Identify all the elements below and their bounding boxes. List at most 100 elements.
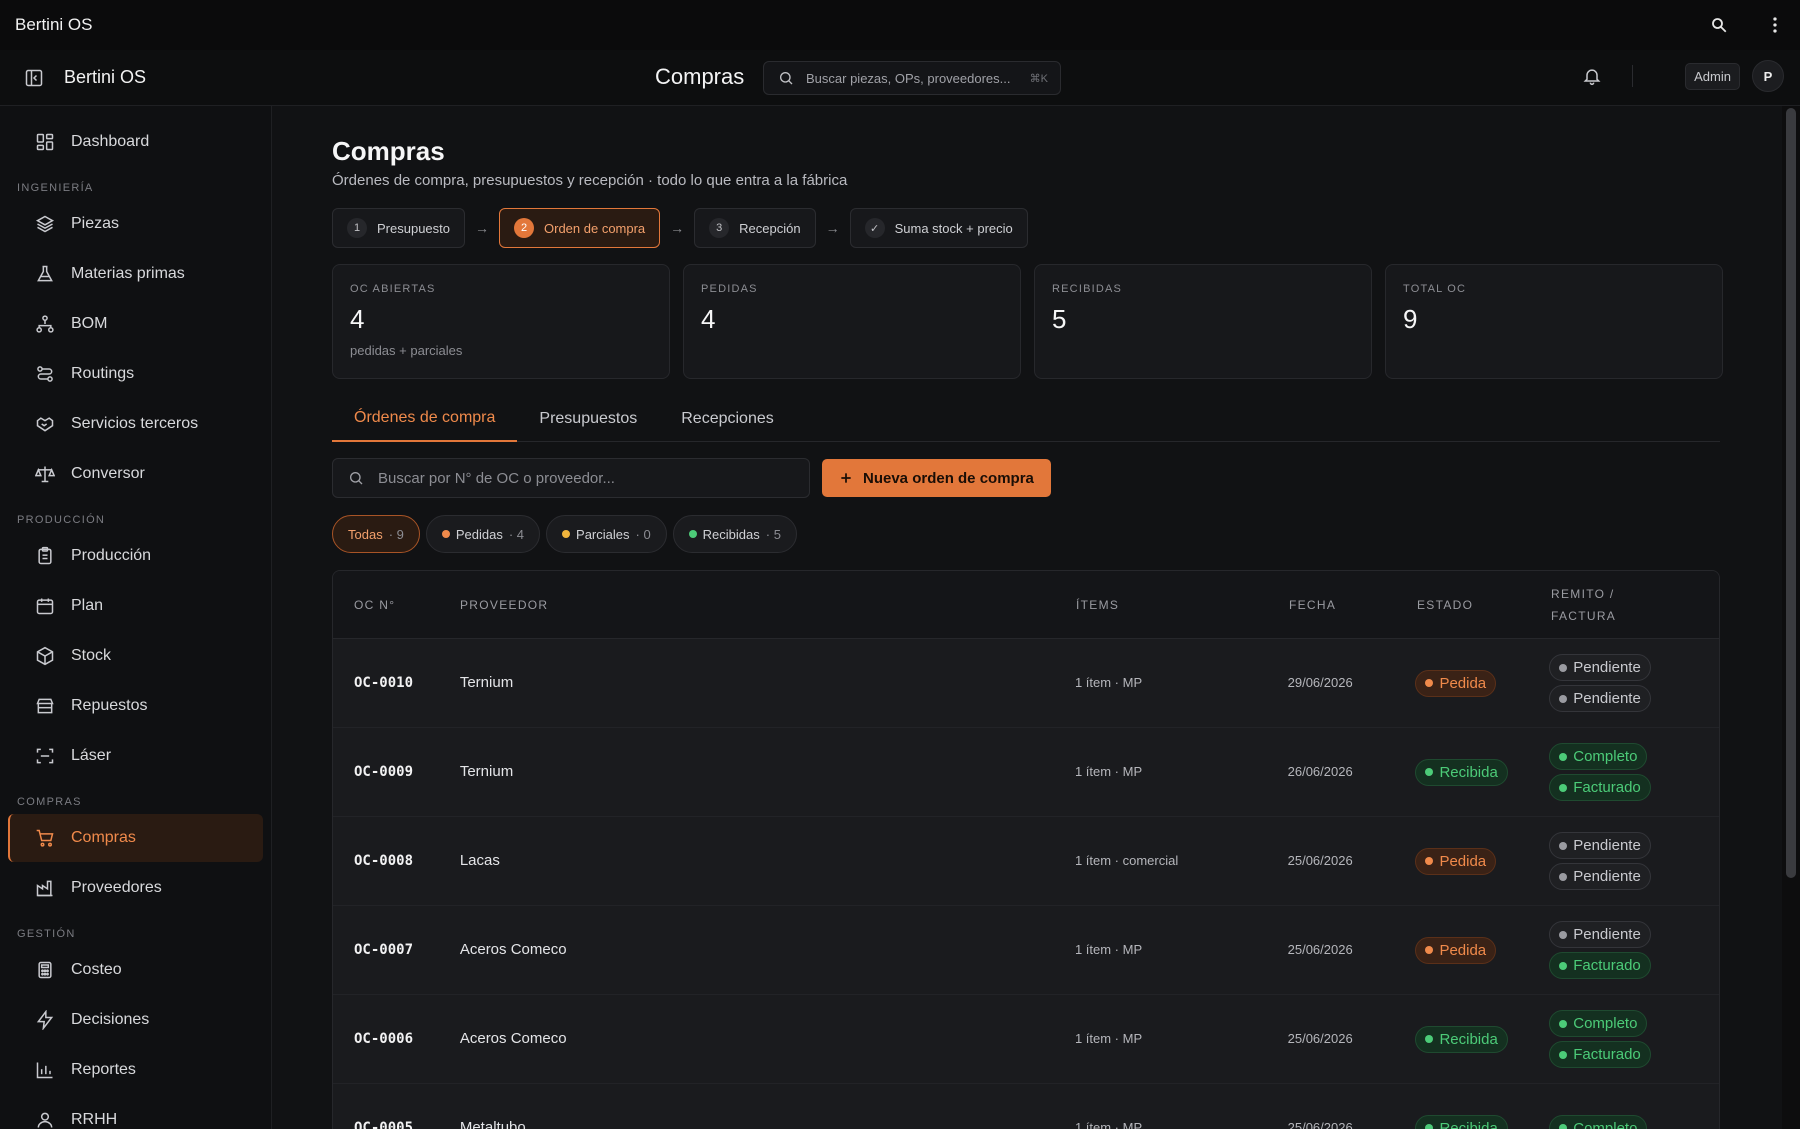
scrollbar[interactable] [1782, 106, 1800, 1129]
sidebar-item-rrhh[interactable]: RRHH [8, 1096, 263, 1129]
sidebar-item-bom[interactable]: BOM [8, 300, 263, 348]
layers-icon [35, 214, 55, 234]
remito-status-pill: Pendiente [1549, 654, 1651, 681]
status-dot [1559, 961, 1568, 970]
sidebar-section-ingenieria: INGENIERÍA [17, 182, 94, 194]
global-search-input[interactable]: Buscar piezas, OPs, proveedores... ⌘K [763, 61, 1061, 95]
column-header-remito-factura[interactable]: REMITO / FACTURA [1551, 583, 1671, 627]
status-label: Pedida [1439, 941, 1487, 959]
oc-number[interactable]: OC-0010 [354, 675, 413, 691]
new-purchase-order-button[interactable]: Nueva orden de compra [822, 459, 1051, 497]
sidebar-item-stock[interactable]: Stock [8, 632, 263, 680]
status-dot [1559, 1019, 1568, 1028]
stat-value: 5 [1052, 304, 1067, 334]
sidebar-item-label: Stock [71, 647, 112, 664]
remito-status: Pendiente [1573, 837, 1641, 854]
sidebar-item-compras[interactable]: Compras [8, 814, 263, 862]
sidebar-item-label: Dashboard [71, 133, 150, 150]
remito-factura-cell: Pendiente Pendiente [1549, 832, 1719, 890]
step-number: 2 [514, 218, 534, 238]
stat-label: TOTAL OC [1403, 283, 1467, 295]
order-date: 25/06/2026 [1287, 942, 1353, 957]
stat-label: OC ABIERTAS [350, 283, 436, 295]
items-summary: 1 ítem · MP [1074, 764, 1143, 779]
scrollbar-thumb[interactable] [1786, 108, 1796, 878]
step-orden-de-compra[interactable]: 2 Orden de compra [499, 208, 661, 248]
status-dot [562, 530, 571, 538]
oc-number[interactable]: OC-0006 [354, 1031, 413, 1047]
step-suma-stock[interactable]: ✓ Suma stock + precio [849, 208, 1028, 248]
table-row[interactable]: OC-0006 Aceros Comeco 1 ítem · MP 25/06/202… [333, 995, 1719, 1084]
sidebar-item-materias-primas[interactable]: Materias primas [8, 250, 263, 298]
filter-pedidas[interactable]: Pedidas · 4 [425, 515, 541, 553]
order-date: 25/06/2026 [1287, 853, 1353, 868]
sidebar-item-reportes[interactable]: Reportes [8, 1046, 263, 1094]
sidebar-item-decisiones[interactable]: Decisiones [8, 996, 263, 1044]
remito-status-pill: Completo [1549, 743, 1648, 770]
oc-search-input[interactable]: Buscar por N° de OC o proveedor... [332, 458, 810, 498]
zoom-icon[interactable] [1709, 15, 1729, 35]
header-page-title: Compras [655, 64, 745, 89]
oc-number[interactable]: OC-0008 [354, 853, 413, 869]
avatar[interactable]: P [1752, 60, 1784, 92]
tab-recepciones[interactable]: Recepciones [659, 396, 796, 442]
step-recepcion[interactable]: 3 Recepción [694, 208, 816, 248]
sidebar-toggle-icon[interactable] [24, 68, 44, 88]
step-presupuesto[interactable]: 1 Presupuesto [332, 208, 465, 248]
table-row[interactable]: OC-0008 Lacas 1 ítem · comercial 25/06/2026… [333, 817, 1719, 906]
column-header-estado[interactable]: ESTADO [1417, 594, 1551, 616]
tab-ordenes-de-compra[interactable]: Órdenes de compra [332, 396, 518, 442]
column-header-items[interactable]: ÍTEMS [1076, 594, 1289, 616]
status-dot [1425, 1035, 1434, 1043]
factory-icon [35, 878, 55, 898]
search-shortcut: ⌘K [1029, 72, 1048, 85]
sidebar-item-dashboard[interactable]: Dashboard [8, 118, 263, 166]
order-date: 29/06/2026 [1287, 675, 1353, 690]
page-title: Compras [332, 136, 445, 166]
factura-status: Pendiente [1573, 690, 1641, 707]
status-label: Recibida [1439, 1119, 1498, 1129]
items-summary: 1 ítem · MP [1074, 942, 1143, 957]
status-badge: Pedida [1415, 669, 1497, 697]
status-dot [1425, 768, 1434, 776]
tab-presupuestos[interactable]: Presupuestos [517, 396, 659, 442]
sidebar-item-conversor[interactable]: Conversor [8, 450, 263, 498]
filter-todas[interactable]: Todas · 9 [332, 515, 420, 553]
column-header-proveedor[interactable]: PROVEEDOR [460, 594, 1076, 616]
remito-status: Pendiente [1573, 659, 1641, 676]
sidebar-item-routings[interactable]: Routings [8, 350, 263, 398]
table-row[interactable]: OC-0010 Ternium 1 ítem · MP 29/06/2026 Pedid… [333, 639, 1719, 728]
sidebar-item-servicios-terceros[interactable]: Servicios terceros [8, 400, 263, 448]
sidebar-item-laser[interactable]: Láser [8, 732, 263, 780]
oc-number[interactable]: OC-0009 [354, 764, 413, 780]
table-row[interactable]: OC-0005 Metaltubo 1 ítem · MP 25/06/2026 Rec… [333, 1084, 1719, 1129]
sidebar-item-proveedores[interactable]: Proveedores [8, 864, 263, 912]
status-dot [1559, 752, 1568, 761]
filter-label: Recibidas [702, 526, 760, 542]
remito-status: Completo [1573, 748, 1638, 765]
table-row[interactable]: OC-0009 Ternium 1 ítem · MP 26/06/2026 Recib… [333, 728, 1719, 817]
oc-number[interactable]: OC-0007 [354, 942, 413, 958]
sidebar-item-produccion[interactable]: Producción [8, 532, 263, 580]
sidebar-item-label: BOM [71, 315, 108, 332]
sidebar-item-repuestos[interactable]: Repuestos [8, 682, 263, 730]
table-row[interactable]: OC-0007 Aceros Comeco 1 ítem · MP 25/06/202… [333, 906, 1719, 995]
oc-number[interactable]: OC-0005 [354, 1120, 413, 1129]
sidebar-item-piezas[interactable]: Piezas [8, 200, 263, 248]
order-date: 26/06/2026 [1287, 764, 1353, 779]
app-header: Bertini OS Compras Buscar piezas, OPs, p… [0, 50, 1800, 106]
sidebar-item-plan[interactable]: Plan [8, 582, 263, 630]
status-dot [1559, 663, 1568, 672]
more-vertical-icon[interactable] [1765, 15, 1785, 35]
sidebar-item-label: Costeo [71, 961, 122, 978]
status-label: Recibida [1439, 1030, 1498, 1048]
bolt-icon [35, 1010, 55, 1030]
filter-parciales[interactable]: Parciales · 0 [546, 515, 667, 553]
bell-icon[interactable] [1582, 66, 1602, 86]
stat-value: 9 [1403, 304, 1418, 334]
sidebar-item-costeo[interactable]: Costeo [8, 946, 263, 994]
filter-recibidas[interactable]: Recibidas · 5 [672, 515, 797, 553]
column-header-oc[interactable]: OC N° [333, 594, 460, 616]
column-header-fecha[interactable]: FECHA [1289, 594, 1417, 616]
arrow-right-icon: → [670, 220, 685, 236]
